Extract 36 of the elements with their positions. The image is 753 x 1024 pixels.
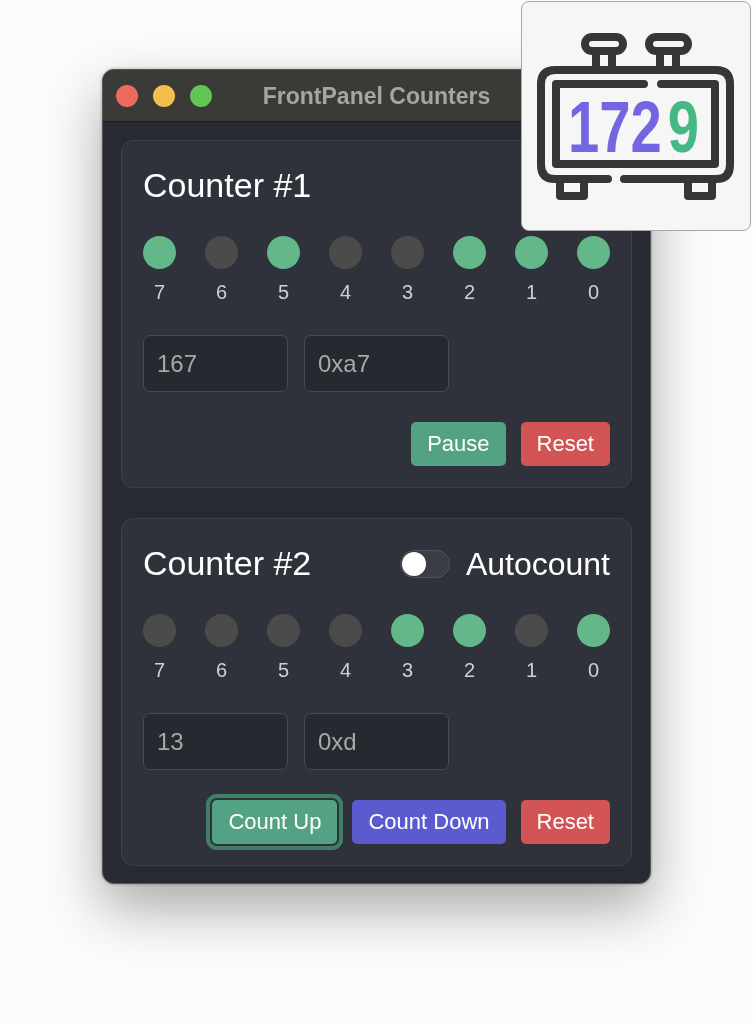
bit-label: 5: [277, 280, 290, 304]
value-field[interactable]: 0xd: [304, 713, 449, 770]
bit-label: 4: [339, 658, 352, 682]
bit-label: 6: [215, 280, 228, 304]
bit-label: 1: [525, 280, 538, 304]
minimize-icon[interactable]: [153, 84, 175, 107]
action-button[interactable]: Reset: [520, 422, 610, 466]
window-title: FrontPanel Counters: [262, 81, 491, 110]
bit-label: 3: [401, 280, 414, 304]
bit-label: 5: [277, 658, 290, 682]
bit-label: 4: [339, 280, 352, 304]
close-icon[interactable]: [116, 84, 138, 107]
value-field[interactable]: 0xa7: [304, 335, 449, 392]
bit-label: 0: [587, 280, 600, 304]
bit-label: 6: [215, 658, 228, 682]
bit-label: 2: [463, 658, 476, 682]
bit-label: 2: [463, 280, 476, 304]
counter-title: Counter #2: [143, 543, 312, 584]
action-button[interactable]: Count Down: [352, 800, 506, 844]
counter-title: Counter #1: [143, 165, 312, 206]
action-button[interactable]: Count Up: [206, 794, 344, 850]
digital-clock-icon: [536, 32, 734, 200]
value-field[interactable]: 167: [143, 335, 288, 392]
autocount-label: Autocount: [465, 544, 610, 583]
bit-label: 7: [153, 658, 166, 682]
maximize-icon[interactable]: [190, 84, 212, 107]
action-button[interactable]: Reset: [520, 800, 610, 844]
autocount-switch[interactable]: [399, 549, 450, 578]
bit-label: 1: [525, 658, 538, 682]
bit-label: 3: [401, 658, 414, 682]
bit-label: 0: [587, 658, 600, 682]
clock-digits: 9: [667, 86, 699, 168]
value-field[interactable]: 13: [143, 713, 288, 770]
bit-label: 7: [153, 280, 166, 304]
clock-digits: 172: [567, 86, 662, 168]
action-button[interactable]: Pause: [411, 422, 506, 466]
